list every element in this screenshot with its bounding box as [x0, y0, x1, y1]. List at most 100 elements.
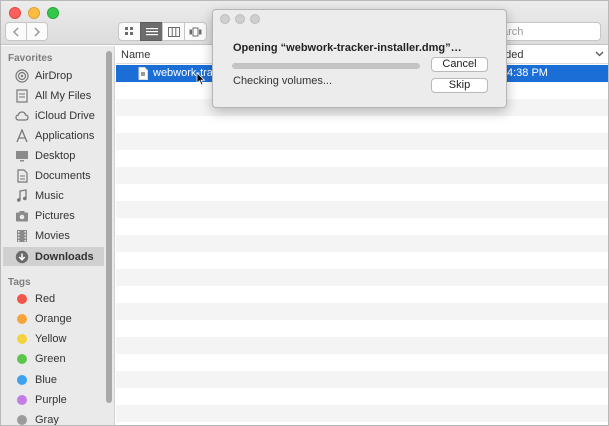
sidebar-item-label: Purple [35, 393, 67, 406]
sidebar-item-music[interactable]: Music [3, 186, 104, 205]
tag-dot-icon [17, 313, 27, 324]
cover-flow-icon [189, 27, 202, 36]
tag-dot-icon [17, 374, 27, 385]
dialog-status-text: Checking volumes... [233, 75, 333, 87]
cover-flow-view-button[interactable] [184, 22, 207, 41]
tag-dot-icon [17, 394, 27, 405]
sidebar-tag-orange[interactable]: Orange [3, 309, 104, 328]
sidebar-item-downloads[interactable]: Downloads [3, 247, 104, 266]
file-rows: webwork-trac 4:38 PM [116, 65, 608, 422]
desktop-icon [15, 149, 29, 163]
grid-icon [125, 27, 133, 35]
column-view-button[interactable] [162, 22, 185, 41]
sidebar-item-airdrop[interactable]: AirDrop [3, 66, 104, 85]
table-row [116, 252, 608, 269]
sidebar-item-all-my-files[interactable]: All My Files [3, 86, 104, 105]
skip-button[interactable]: Skip [431, 78, 488, 93]
sidebar-item-label: Pictures [35, 209, 75, 222]
download-icon [15, 250, 29, 264]
sidebar-item-label: iCloud Drive [35, 109, 95, 122]
cloud-icon [15, 109, 29, 123]
film-icon [15, 229, 29, 243]
back-button[interactable] [5, 22, 27, 41]
close-window-button[interactable] [9, 7, 21, 19]
tag-dot-icon [17, 333, 27, 344]
sidebar-item-label: Downloads [35, 250, 94, 263]
minimize-window-button[interactable] [28, 7, 40, 19]
sidebar-tag-red[interactable]: Red [3, 289, 104, 308]
sidebar-item-label: Gray [35, 413, 59, 426]
view-mode-control [118, 22, 207, 41]
sidebar-tag-gray[interactable]: Gray [3, 410, 104, 426]
progress-bar-fill [233, 64, 419, 68]
mouse-cursor-icon [196, 72, 206, 89]
zoom-window-button[interactable] [47, 7, 59, 19]
sidebar-item-desktop[interactable]: Desktop [3, 146, 104, 165]
dialog-close-button [220, 14, 230, 24]
chevron-down-icon[interactable] [595, 49, 604, 61]
table-row [116, 167, 608, 184]
table-row [116, 371, 608, 388]
icon-view-button[interactable] [118, 22, 141, 41]
table-row [116, 235, 608, 252]
dialog-zoom-button [250, 14, 260, 24]
dialog-minimize-button [235, 14, 245, 24]
file-date-added: 4:38 PM [507, 67, 548, 79]
sidebar-item-label: Yellow [35, 332, 67, 345]
documents-icon [15, 168, 29, 183]
forward-button[interactable] [26, 22, 48, 41]
table-row [116, 405, 608, 422]
file-name: webwork-trac [153, 67, 219, 79]
sidebar-item-label: Music [35, 189, 64, 202]
chevron-left-icon [12, 26, 19, 37]
sidebar-item-label: Blue [35, 373, 58, 386]
sidebar-tag-blue[interactable]: Blue [3, 370, 104, 389]
sidebar-item-icloud-drive[interactable]: iCloud Drive [3, 106, 104, 125]
table-row [116, 286, 608, 303]
opening-progress-dialog: Opening “webwork-tracker-installer.dmg”…… [212, 9, 507, 108]
sidebar-item-label: Applications [35, 129, 95, 142]
sidebar-tag-green[interactable]: Green [3, 349, 104, 368]
favorites-header: Favorites [8, 53, 53, 64]
tag-dot-icon [17, 293, 27, 304]
table-row [116, 269, 608, 286]
sidebar: Favorites AirDrop All My Files iCloud Dr… [1, 46, 115, 426]
table-row [116, 218, 608, 235]
all-files-icon [15, 88, 29, 103]
sidebar-item-label: AirDrop [35, 69, 73, 82]
sidebar-item-label: All My Files [35, 89, 92, 102]
sidebar-item-label: Movies [35, 229, 70, 242]
list-view-button[interactable] [140, 22, 163, 41]
sidebar-item-label: Documents [35, 169, 91, 182]
file-icon [138, 67, 148, 83]
table-row [116, 133, 608, 150]
sidebar-item-documents[interactable]: Documents [3, 166, 104, 185]
camera-icon [15, 209, 29, 223]
table-row [116, 116, 608, 133]
table-row [116, 184, 608, 201]
dialog-title: Opening “webwork-tracker-installer.dmg”… [233, 42, 462, 54]
sidebar-item-label: Red [35, 292, 56, 305]
applications-icon [15, 128, 29, 143]
table-row [116, 388, 608, 405]
sidebar-item-label: Desktop [35, 149, 76, 162]
cancel-button[interactable]: Cancel [431, 57, 488, 72]
sidebar-item-label: Green [35, 352, 66, 365]
column-name-header[interactable]: Name [121, 49, 150, 61]
sidebar-item-label: Orange [35, 312, 72, 325]
tags-header: Tags [8, 277, 31, 288]
sidebar-scrollbar[interactable] [106, 51, 112, 403]
airdrop-icon [15, 68, 29, 83]
music-icon [15, 188, 29, 203]
list-icon [145, 27, 158, 35]
tag-dot-icon [17, 353, 27, 364]
sidebar-item-applications[interactable]: Applications [3, 126, 104, 145]
chevron-right-icon [34, 26, 41, 37]
sidebar-tag-yellow[interactable]: Yellow [3, 329, 104, 348]
finder-window: arch Favorites AirDrop All My Files iClo… [0, 0, 609, 426]
sidebar-tag-purple[interactable]: Purple [3, 390, 104, 409]
table-row [116, 354, 608, 371]
sidebar-item-pictures[interactable]: Pictures [3, 206, 104, 225]
sidebar-item-movies[interactable]: Movies [3, 226, 104, 245]
tag-dot-icon [17, 414, 27, 425]
